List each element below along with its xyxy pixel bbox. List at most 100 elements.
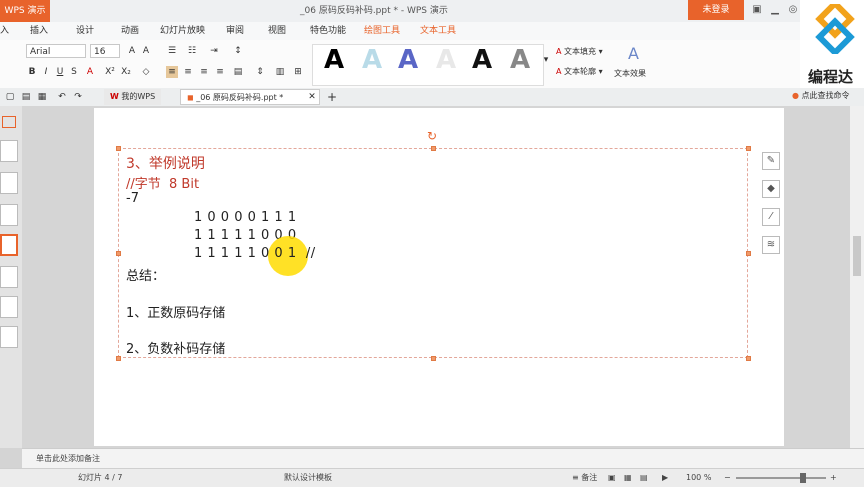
column-icon[interactable]: ▥ xyxy=(274,66,286,78)
tab-document[interactable]: ◼ _06 原码反码补码.ppt * xyxy=(180,89,320,105)
new-icon[interactable]: ▢ xyxy=(4,91,16,103)
menu-special[interactable]: 特色功能 xyxy=(310,22,346,40)
menu-insert[interactable]: 插入 xyxy=(30,22,48,40)
slideshow-icon[interactable]: ▶ xyxy=(662,469,668,487)
open-icon[interactable]: ▤ xyxy=(20,91,32,103)
style-bold-black-a[interactable]: A xyxy=(466,44,498,76)
text-direction-icon[interactable]: ⇕ xyxy=(254,66,266,78)
reading-view-icon[interactable]: ▤ xyxy=(640,469,648,487)
window-title: _06 原码反码补码.ppt * - WPS 演示 xyxy=(300,6,448,16)
indent-icon[interactable]: ⇥ xyxy=(208,45,220,57)
tab-close-icon[interactable]: ✕ xyxy=(306,91,318,103)
layers-icon[interactable]: ≋ xyxy=(762,236,780,254)
shrink-font-icon[interactable]: A xyxy=(140,45,152,57)
slide-thumb-2[interactable] xyxy=(0,172,18,194)
align-center-icon[interactable]: ≡ xyxy=(182,66,194,78)
notes-pane[interactable]: 单击此处添加备注 xyxy=(22,448,864,469)
line-spacing-icon[interactable]: ↕ xyxy=(232,45,244,57)
style-white-a[interactable]: A xyxy=(430,44,462,76)
outline-pen-icon[interactable]: ⁄ xyxy=(762,208,780,226)
app-menu-button[interactable]: WPS 演示 xyxy=(0,0,50,22)
resize-handle-tr[interactable] xyxy=(746,146,751,151)
outline-view-icon[interactable] xyxy=(2,116,16,128)
slide-thumb-5[interactable] xyxy=(0,266,18,288)
zoom-in-icon[interactable]: + xyxy=(830,469,837,487)
slide-thumb-4[interactable] xyxy=(0,234,18,256)
distribute-icon[interactable]: ▤ xyxy=(232,66,244,78)
wps-logo-icon: W xyxy=(110,92,119,101)
text-effect-label[interactable]: 文本效果 xyxy=(614,68,646,79)
notes-toggle[interactable]: ≡ 备注 xyxy=(572,469,597,487)
resize-handle-b[interactable] xyxy=(431,356,436,361)
menu-slideshow[interactable]: 幻灯片放映 xyxy=(160,22,205,40)
menu-view[interactable]: 视图 xyxy=(268,22,286,40)
superscript-icon[interactable]: X² xyxy=(104,66,116,78)
grow-font-icon[interactable]: A xyxy=(126,45,138,57)
underline-icon[interactable]: U xyxy=(54,66,66,78)
restore-icon[interactable]: ▣ xyxy=(750,3,764,17)
bold-icon[interactable]: B xyxy=(26,66,38,78)
text-effect-icon[interactable]: A xyxy=(628,44,639,63)
tab-my-wps[interactable]: W 我的WPS xyxy=(104,89,162,105)
text-outline-label: 文本轮廓 xyxy=(564,67,597,76)
bullet-list-icon[interactable]: ☰ xyxy=(166,45,178,57)
login-button[interactable]: 未登录 xyxy=(688,0,744,20)
text-fill-button[interactable]: A 文本填充 ▾ xyxy=(556,46,603,57)
zoom-out-icon[interactable]: − xyxy=(724,469,731,487)
font-size-select[interactable]: 16 xyxy=(90,44,120,58)
menu-text-tools[interactable]: 文本工具 xyxy=(420,22,457,42)
text-outline-icon: A xyxy=(556,67,562,76)
undo-icon[interactable]: ↶ xyxy=(56,91,68,103)
resize-handle-bl[interactable] xyxy=(116,356,121,361)
slide-thumb-6[interactable] xyxy=(0,296,18,318)
vertical-scrollbar[interactable] xyxy=(850,106,864,448)
slide-line-binary1: 1 0 0 0 0 1 1 1 xyxy=(194,210,297,225)
style-gray-a[interactable]: A xyxy=(504,44,536,76)
rotate-handle-icon[interactable]: ↻ xyxy=(427,129,437,143)
slide-thumb-3[interactable] xyxy=(0,204,18,226)
zoom-slider-thumb[interactable] xyxy=(800,473,806,483)
save-icon[interactable]: ▦ xyxy=(36,91,48,103)
slide-thumb-1[interactable] xyxy=(0,140,18,162)
text-outline-button[interactable]: A 文本轮廓 ▾ xyxy=(556,66,603,77)
gallery-more-icon[interactable]: ▾ xyxy=(540,54,552,66)
edit-shape-icon[interactable]: ✎ xyxy=(762,152,780,170)
align-right-icon[interactable]: ≡ xyxy=(198,66,210,78)
slide-line-bytes: //字节 8 Bit xyxy=(126,177,200,192)
number-list-icon[interactable]: ☷ xyxy=(186,45,198,57)
sorter-view-icon[interactable]: ▦ xyxy=(624,469,632,487)
align-left-icon[interactable]: ≡ xyxy=(166,66,178,78)
new-tab-icon[interactable]: + xyxy=(326,91,338,103)
zoom-slider[interactable] xyxy=(736,477,826,479)
justify-icon[interactable]: ≡ xyxy=(214,66,226,78)
minimize-icon[interactable]: ▁ xyxy=(768,3,782,17)
notes-placeholder: 单击此处添加备注 xyxy=(36,454,100,463)
menu-animation[interactable]: 动画 xyxy=(121,22,139,40)
font-color-icon[interactable]: A xyxy=(84,66,96,78)
style-outline-blue-a[interactable]: A xyxy=(392,44,424,76)
command-search[interactable]: ● 点此查找命令 xyxy=(792,90,850,101)
menu-start[interactable]: 入 xyxy=(0,22,9,40)
italic-icon[interactable]: I xyxy=(40,66,52,78)
style-light-blue-a[interactable]: A xyxy=(356,44,388,76)
clear-format-icon[interactable]: ◇ xyxy=(140,66,152,78)
text-align-icon[interactable]: ⊞ xyxy=(292,66,304,78)
resize-handle-t[interactable] xyxy=(431,146,436,151)
scroll-thumb[interactable] xyxy=(853,236,861,276)
resize-handle-l[interactable] xyxy=(116,251,121,256)
slide-thumb-7[interactable] xyxy=(0,326,18,348)
menu-design[interactable]: 设计 xyxy=(76,22,94,40)
style-black-a[interactable]: A xyxy=(318,44,350,76)
resize-handle-br[interactable] xyxy=(746,356,751,361)
shadow-icon[interactable]: S xyxy=(68,66,80,78)
resize-handle-r[interactable] xyxy=(746,251,751,256)
skin-icon[interactable]: ◎ xyxy=(786,3,800,17)
font-name-select[interactable]: Arial xyxy=(26,44,86,58)
menu-drawing-tools[interactable]: 绘图工具 xyxy=(364,22,401,42)
menu-review[interactable]: 审阅 xyxy=(226,22,244,40)
subscript-icon[interactable]: X₂ xyxy=(120,66,132,78)
resize-handle-tl[interactable] xyxy=(116,146,121,151)
redo-icon[interactable]: ↷ xyxy=(72,91,84,103)
normal-view-icon[interactable]: ▣ xyxy=(608,469,616,487)
fill-bucket-icon[interactable]: ◆ xyxy=(762,180,780,198)
